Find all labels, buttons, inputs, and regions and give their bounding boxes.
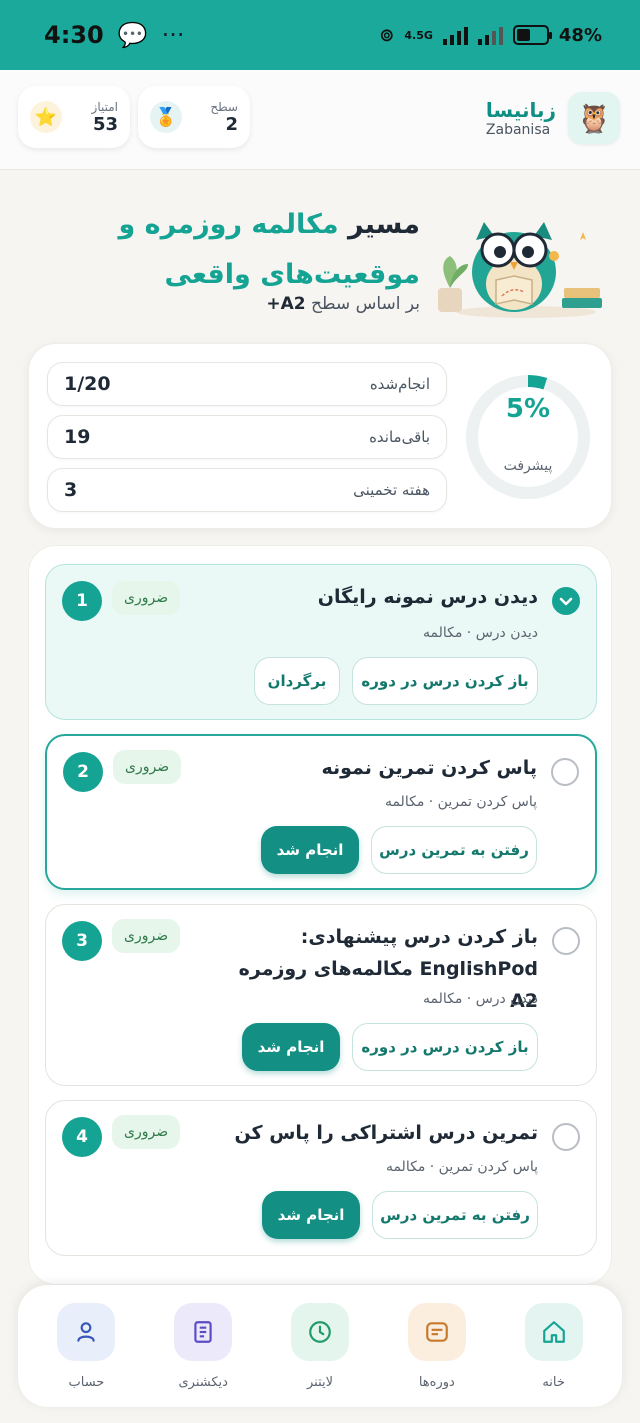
brand[interactable]: 🦉 زبانیسا Zabanisa — [486, 92, 620, 144]
points-value: 53 — [92, 113, 118, 135]
nav-label: حساب — [68, 1374, 105, 1390]
checkbox-empty-icon[interactable] — [552, 927, 580, 955]
stat-value: 1/20 — [64, 373, 111, 395]
stat-key: باقی‌مانده — [369, 428, 430, 446]
more-dots-icon: ··· — [161, 21, 185, 49]
required-badge: ضروری — [112, 1115, 181, 1149]
checkbox-empty-icon[interactable] — [552, 1123, 580, 1151]
path-title: مسیر مکالمه روزمره و موقعیت‌های واقعی — [20, 200, 421, 300]
task-meta: پاس کردن تمرین · مکالمه — [384, 794, 537, 810]
owl-mascot-icon — [438, 222, 602, 318]
nav-home[interactable]: خانه — [504, 1302, 604, 1390]
checkbox-empty-icon[interactable] — [551, 758, 579, 786]
path-subtitle-text: بر اساس سطح — [311, 294, 420, 314]
stat-value: 19 — [64, 426, 91, 448]
points-label: امتیاز — [91, 99, 118, 114]
go-to-exercise-button[interactable]: رفتن به تمرین درس — [371, 826, 537, 874]
bottom-nav: خانه دوره‌ها لایتنر دیکشنری حساب — [18, 1285, 622, 1407]
task-number: 2 — [63, 752, 103, 792]
task-card-1[interactable]: دیدن درس نمونه رایگان دیدن درس · مکالمه … — [45, 564, 597, 720]
undo-button[interactable]: برگردان — [254, 657, 340, 705]
open-lesson-button[interactable]: باز کردن درس در دوره — [352, 1023, 538, 1071]
message-icon: 💬 — [117, 21, 148, 49]
signal-icon-2 — [477, 25, 503, 45]
required-badge: ضروری — [112, 919, 181, 953]
nav-leitner[interactable]: لایتنر — [270, 1302, 370, 1390]
nav-account[interactable]: حساب — [36, 1302, 136, 1390]
stat-value: 3 — [64, 479, 78, 501]
task-number: 1 — [62, 581, 102, 621]
required-badge: ضروری — [112, 581, 181, 615]
medal-icon: 🏅 — [150, 101, 182, 133]
progress-card: 5% پیشرفت انجام‌شده 1/20 باقی‌مانده 19 ه… — [28, 343, 612, 529]
battery-percent: 48% — [558, 24, 602, 46]
task-number: 3 — [62, 921, 102, 961]
path-hero: مسیر مکالمه روزمره و موقعیت‌های واقعی بر… — [0, 190, 640, 330]
progress-ring — [466, 375, 590, 499]
status-time: 4:30 — [44, 21, 104, 49]
task-meta: دیدن درس · مکالمه — [422, 625, 538, 641]
level-value: 2 — [225, 113, 238, 135]
path-title-prefix: مسیر — [347, 209, 420, 240]
courses-icon — [407, 1302, 466, 1361]
level-label: سطح — [210, 99, 238, 114]
home-icon — [524, 1302, 583, 1361]
points-chip[interactable]: امتیاز 53 ⭐ — [18, 86, 130, 148]
task-meta: دیدن درس · مکالمه — [422, 991, 538, 1007]
nav-label: لایتنر — [306, 1374, 334, 1390]
network-type: 4.5G — [404, 28, 433, 42]
account-icon — [57, 1302, 116, 1361]
progress-label: پیشرفت — [503, 458, 553, 474]
mark-done-button[interactable]: انجام شد — [261, 826, 359, 874]
stat-key: انجام‌شده — [369, 375, 430, 393]
nav-dictionary[interactable]: دیکشنری — [153, 1302, 253, 1390]
stat-row-completed: انجام‌شده 1/20 — [47, 362, 447, 406]
task-card-3[interactable]: باز کردن درس پیشنهادی: EnglishPod مکالمه… — [45, 904, 597, 1086]
task-title: تمرین درس اشتراکی را پاس کن — [234, 1122, 538, 1144]
nav-label: خانه — [542, 1374, 565, 1390]
task-card-2[interactable]: پاس کردن تمرین نمونه پاس کردن تمرین · مک… — [45, 734, 597, 890]
nav-label: دوره‌ها — [418, 1374, 455, 1390]
stat-row-weeks: هفته تخمینی 3 — [47, 468, 447, 512]
nav-label: دیکشنری — [178, 1374, 228, 1390]
star-icon: ⭐ — [30, 101, 62, 133]
task-list: دیدن درس نمونه رایگان دیدن درس · مکالمه … — [28, 545, 612, 1285]
leitner-icon — [291, 1302, 350, 1361]
nav-courses[interactable]: دوره‌ها — [387, 1302, 487, 1390]
app-header: 🦉 زبانیسا Zabanisa سطح 2 🏅 امتیاز 53 ⭐ — [0, 70, 640, 170]
required-badge: ضروری — [113, 750, 182, 784]
level-chip[interactable]: سطح 2 🏅 — [138, 86, 250, 148]
task-card-4[interactable]: تمرین درس اشتراکی را پاس کن پاس کردن تمر… — [45, 1100, 597, 1256]
signal-icon — [442, 25, 468, 45]
dictionary-icon — [174, 1302, 233, 1361]
stat-key: هفته تخمینی — [353, 481, 430, 499]
status-bar: 4:30 💬 ··· ⊚ 4.5G 48% — [0, 0, 640, 70]
stat-row-remaining: باقی‌مانده 19 — [47, 415, 447, 459]
checkbox-checked-icon[interactable] — [552, 587, 580, 615]
brand-name-fa: زبانیسا — [485, 98, 556, 122]
task-number: 4 — [62, 1117, 102, 1157]
open-lesson-button[interactable]: باز کردن درس در دوره — [352, 657, 538, 705]
mark-done-button[interactable]: انجام شد — [262, 1191, 360, 1239]
path-level-tag: +A2 — [266, 294, 306, 314]
mark-done-button[interactable]: انجام شد — [242, 1023, 340, 1071]
hotspot-icon: ⊚ — [379, 24, 395, 46]
task-meta: پاس کردن تمرین · مکالمه — [385, 1159, 538, 1175]
path-subtitle: بر اساس سطح +A2 — [266, 294, 420, 314]
go-to-exercise-button[interactable]: رفتن به تمرین درس — [372, 1191, 538, 1239]
battery-icon — [512, 25, 552, 45]
task-title: پاس کردن تمرین نمونه — [321, 757, 537, 779]
task-title: دیدن درس نمونه رایگان — [317, 586, 538, 608]
progress-percent: 5% — [505, 394, 551, 424]
owl-logo-icon: 🦉 — [568, 92, 620, 144]
brand-name-en: Zabanisa — [485, 122, 551, 138]
